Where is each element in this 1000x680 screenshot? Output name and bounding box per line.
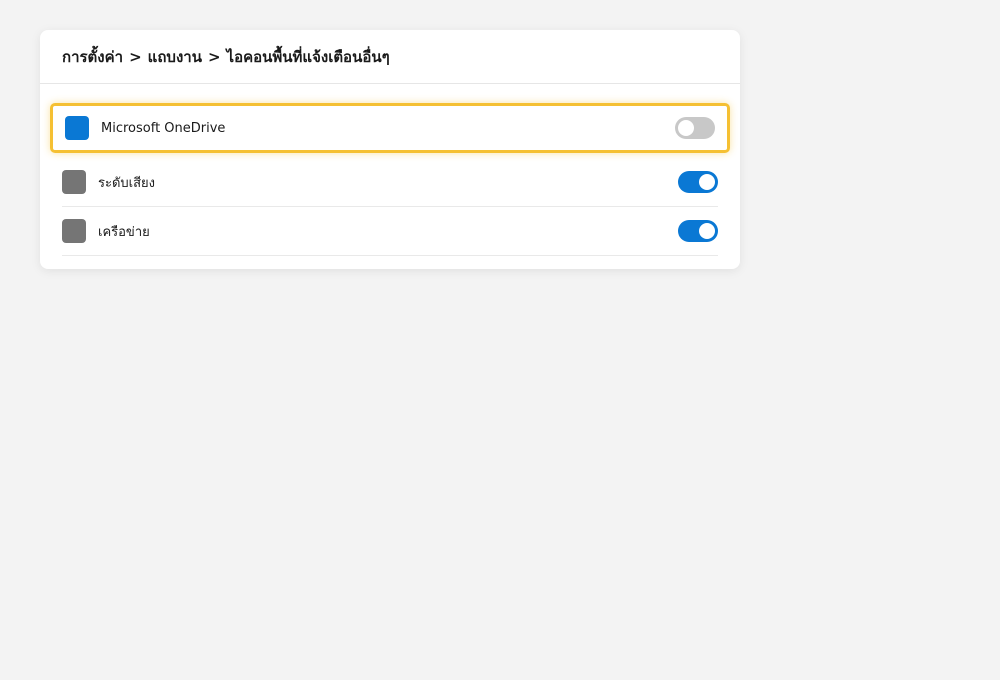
toggle-knob — [678, 120, 694, 136]
list-item-label: เครือข่าย — [98, 224, 150, 240]
breadcrumb-separator: > — [207, 47, 221, 66]
list-item-onedrive[interactable]: Microsoft OneDrive — [50, 103, 730, 153]
breadcrumb-item-settings[interactable]: การตั้งค่า — [62, 45, 123, 69]
breadcrumb-separator: > — [129, 47, 142, 66]
settings-panel: การตั้งค่า > แถบงาน > ไอคอนพื้นที่แจ้งเต… — [40, 30, 740, 269]
list-item-volume[interactable]: ระดับเสียง — [62, 158, 718, 207]
list-item-label: Microsoft OneDrive — [101, 120, 226, 136]
toggle-knob — [699, 223, 715, 239]
onedrive-toggle[interactable] — [675, 117, 715, 139]
volume-icon — [62, 170, 86, 194]
panel-header: การตั้งค่า > แถบงาน > ไอคอนพื้นที่แจ้งเต… — [40, 30, 740, 84]
breadcrumb: การตั้งค่า > แถบงาน > ไอคอนพื้นที่แจ้งเต… — [62, 45, 390, 69]
onedrive-icon — [65, 116, 89, 140]
breadcrumb-item-other-tray-icons: ไอคอนพื้นที่แจ้งเตือนอื่นๆ — [226, 47, 390, 66]
network-toggle[interactable] — [678, 220, 718, 242]
toggle-knob — [699, 174, 715, 190]
network-icon — [62, 219, 86, 243]
list-item-label: ระดับเสียง — [98, 175, 156, 191]
list-item-network[interactable]: เครือข่าย — [62, 207, 718, 256]
volume-toggle[interactable] — [678, 171, 718, 193]
breadcrumb-item-taskbar[interactable]: แถบงาน — [148, 45, 202, 69]
